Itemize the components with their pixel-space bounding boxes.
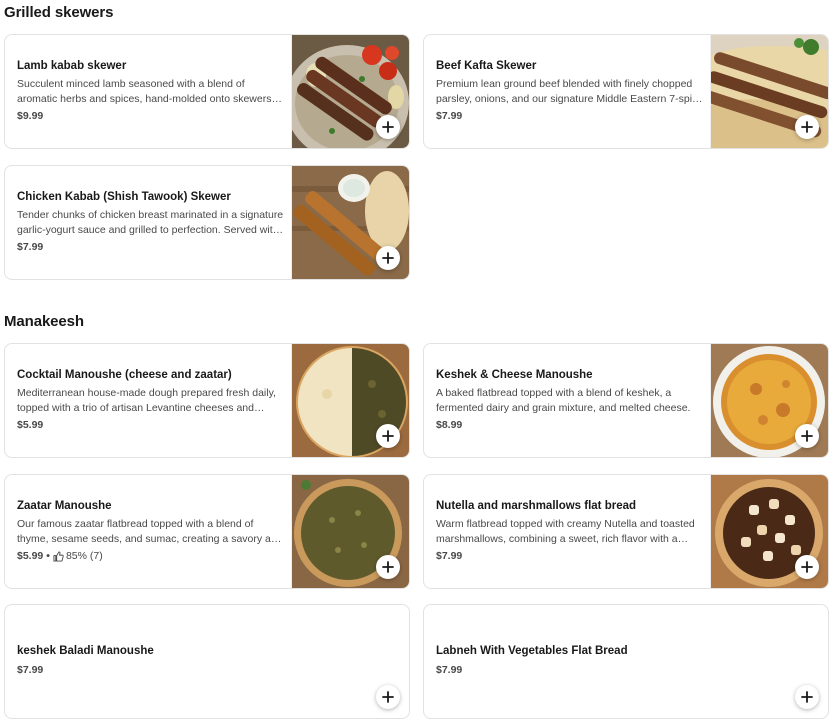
item-name: Zaatar Manoushe <box>17 500 112 512</box>
item-name: Labneh With Vegetables Flat Bread <box>436 645 628 657</box>
menu-item-labneh-vegetables-flat-bread[interactable]: Labneh With Vegetables Flat Bread $7.99 <box>423 604 829 719</box>
item-name: Beef Kafta Skewer <box>436 60 537 72</box>
menu-item-keshek-cheese-manoushe[interactable]: Keshek & Cheese Manoushe A baked flatbre… <box>423 343 829 458</box>
plus-icon <box>382 252 394 264</box>
plus-icon <box>801 121 813 133</box>
menu-item-lamb-kabab-skewer[interactable]: Lamb kabab skewer Succulent minced lamb … <box>4 34 410 149</box>
item-price: $7.99 <box>17 241 44 253</box>
item-price: $7.99 <box>436 550 463 562</box>
plus-icon <box>801 430 813 442</box>
item-rating: 85% (7) <box>65 550 103 562</box>
add-to-cart-button[interactable] <box>376 424 400 448</box>
item-description: Succulent minced lamb seasoned with a bl… <box>17 78 272 105</box>
item-price: $5.99 <box>17 419 44 431</box>
section-title-grilled-skewers: Grilled skewers <box>4 4 114 21</box>
item-description: Warm flatbread topped with creamy Nutell… <box>436 518 695 545</box>
item-price: $7.99 <box>436 110 463 122</box>
item-price: $7.99 <box>17 664 44 676</box>
rating-separator: • <box>46 550 50 562</box>
menu-item-cocktail-manoushe[interactable]: Cocktail Manoushe (cheese and zaatar) Me… <box>4 343 410 458</box>
plus-icon <box>801 561 813 573</box>
menu-item-keshek-baladi-manoushe[interactable]: keshek Baladi Manoushe $7.99 <box>4 604 410 719</box>
add-to-cart-button[interactable] <box>376 246 400 270</box>
add-to-cart-button[interactable] <box>795 424 819 448</box>
menu-item-chicken-kabab-skewer[interactable]: Chicken Kabab (Shish Tawook) Skewer Tend… <box>4 165 410 280</box>
plus-icon <box>382 691 394 703</box>
item-price: $5.99 <box>17 550 44 562</box>
add-to-cart-button[interactable] <box>376 685 400 709</box>
add-to-cart-button[interactable] <box>376 555 400 579</box>
item-name: keshek Baladi Manoushe <box>17 645 154 657</box>
plus-icon <box>382 561 394 573</box>
item-name: Cocktail Manoushe (cheese and zaatar) <box>17 369 232 381</box>
add-to-cart-button[interactable] <box>376 115 400 139</box>
item-name: Nutella and marshmallows flat bread <box>436 500 637 512</box>
item-price: $7.99 <box>436 664 463 676</box>
menu-item-nutella-marshmallows-flat-bread[interactable]: Nutella and marshmallows flat bread Warm… <box>423 474 829 589</box>
plus-icon <box>801 691 813 703</box>
plus-icon <box>382 121 394 133</box>
item-description: Our famous zaatar flatbread topped with … <box>17 518 283 545</box>
menu-item-beef-kafta-skewer[interactable]: Beef Kafta Skewer Premium lean ground be… <box>423 34 829 149</box>
menu-item-zaatar-manoushe[interactable]: Zaatar Manoushe Our famous zaatar flatbr… <box>4 474 410 589</box>
item-price: $9.99 <box>17 110 44 122</box>
section-title-manakeesh: Manakeesh <box>4 313 84 330</box>
plus-icon <box>382 430 394 442</box>
item-description: Premium lean ground beef blended with fi… <box>436 78 704 105</box>
thumbs-up-icon <box>53 550 64 562</box>
add-to-cart-button[interactable] <box>795 115 819 139</box>
item-description: A baked flatbread topped with a blend of… <box>436 387 691 414</box>
item-name: Chicken Kabab (Shish Tawook) Skewer <box>17 191 231 203</box>
item-name: Lamb kabab skewer <box>17 60 127 72</box>
item-name: Keshek & Cheese Manoushe <box>436 369 593 381</box>
add-to-cart-button[interactable] <box>795 685 819 709</box>
item-description: Tender chunks of chicken breast marinate… <box>17 209 284 236</box>
add-to-cart-button[interactable] <box>795 555 819 579</box>
item-description: Mediterranean house-made dough prepared … <box>17 387 276 414</box>
item-price: $8.99 <box>436 419 463 431</box>
